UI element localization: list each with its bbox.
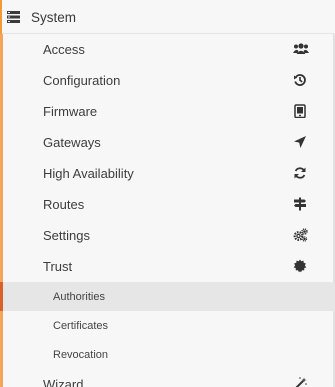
magic-wand-icon bbox=[293, 377, 307, 387]
cogs-icon bbox=[293, 228, 308, 242]
sidebar-item-label: Configuration bbox=[43, 73, 121, 88]
server-icon bbox=[7, 11, 20, 23]
sidebar-item-label: Access bbox=[43, 42, 85, 57]
sidebar-item-routes[interactable]: Routes bbox=[0, 189, 335, 220]
sidebar-subitem-certificates[interactable]: Certificates bbox=[0, 311, 335, 340]
active-accent bbox=[0, 282, 3, 311]
sidebar-subitem-label: Certificates bbox=[53, 320, 109, 332]
sidebar-item-label: High Availability bbox=[43, 166, 134, 181]
system-menu: Access Configuration Firmware Gateways H… bbox=[0, 34, 335, 387]
sidebar-item-label: Routes bbox=[43, 197, 85, 212]
sidebar-item-access[interactable]: Access bbox=[0, 34, 335, 65]
users-icon bbox=[293, 42, 309, 56]
sidebar-item-label: Firmware bbox=[43, 104, 98, 119]
sidebar-item-high-availability[interactable]: High Availability bbox=[0, 158, 335, 189]
sidebar-item-firmware[interactable]: Firmware bbox=[0, 96, 335, 127]
sidebar-item-label: Trust bbox=[43, 259, 73, 274]
certificate-icon bbox=[293, 259, 307, 273]
section-accent bbox=[0, 0, 2, 34]
section-label: System bbox=[31, 10, 77, 25]
sidebar-item-label: Wizard bbox=[43, 377, 84, 387]
sidebar-item-trust[interactable]: Trust bbox=[0, 251, 335, 282]
sidebar-item-settings[interactable]: Settings bbox=[0, 220, 335, 251]
sidebar-section-system[interactable]: System bbox=[0, 0, 335, 34]
refresh-icon bbox=[293, 166, 307, 180]
signpost-icon bbox=[293, 197, 307, 211]
sidebar-item-gateways[interactable]: Gateways bbox=[0, 127, 335, 158]
sidebar-item-label: Gateways bbox=[43, 135, 101, 150]
location-arrow-icon bbox=[293, 135, 307, 149]
sidebar-panel: System Access Configuration Firmware Gat… bbox=[0, 0, 335, 387]
sidebar-item-wizard[interactable]: Wizard bbox=[0, 369, 335, 387]
sidebar-item-label: Settings bbox=[43, 228, 90, 243]
history-icon bbox=[293, 73, 307, 87]
sidebar-subitem-authorities[interactable]: Authorities bbox=[0, 282, 335, 311]
sidebar-subitem-label: Revocation bbox=[53, 349, 109, 361]
sidebar-subitem-label: Authorities bbox=[53, 291, 105, 303]
sidebar-subitem-revocation[interactable]: Revocation bbox=[0, 340, 335, 369]
tablet-icon bbox=[293, 104, 307, 118]
sidebar-item-configuration[interactable]: Configuration bbox=[0, 65, 335, 96]
